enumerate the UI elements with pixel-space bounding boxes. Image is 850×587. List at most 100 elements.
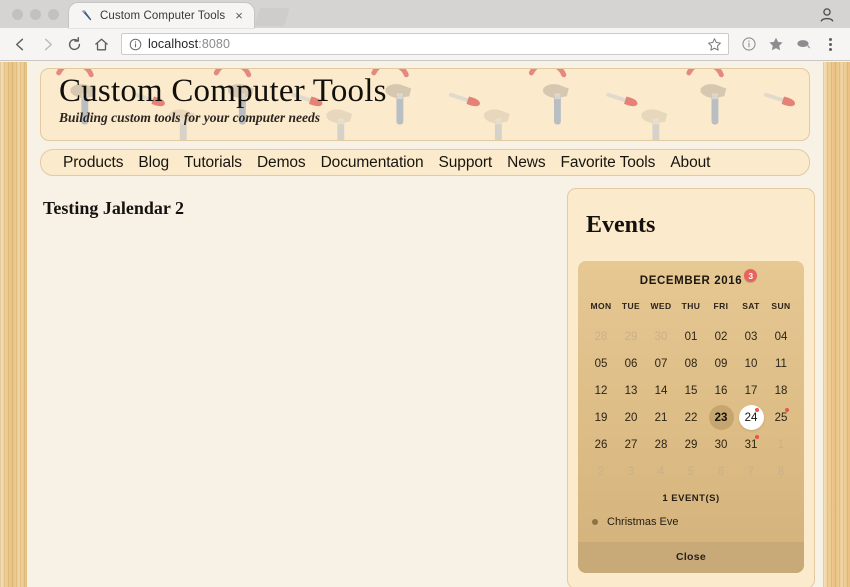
event-name: Christmas Eve (607, 516, 679, 528)
calendar-day-05[interactable]: 05 (586, 350, 616, 377)
calendar-day-30[interactable]: 30 (706, 431, 736, 458)
calendar-day-12[interactable]: 12 (586, 377, 616, 404)
calendar-day-19[interactable]: 19 (586, 404, 616, 431)
forward-button[interactable] (35, 32, 59, 56)
calendar-day-04[interactable]: 04 (766, 323, 796, 350)
calendar-day-number: 12 (594, 384, 608, 397)
url-text: localhost:8080 (148, 37, 230, 51)
maximize-window-button[interactable] (48, 9, 59, 20)
calendar-day-10[interactable]: 10 (736, 350, 766, 377)
calendar-day-number: 16 (714, 384, 728, 397)
calendar-day-number: 06 (624, 357, 638, 370)
kebab-menu-icon[interactable] (818, 32, 842, 56)
calendar-day-number: 7 (747, 465, 755, 478)
nav-item-demos[interactable]: Demos (257, 154, 306, 172)
calendar-day-11[interactable]: 11 (766, 350, 796, 377)
calendar-grid: MON TUE WED THU FRI SAT SUN 28 29 30 01 02 03… (578, 301, 804, 485)
calendar-day-number: 18 (774, 384, 788, 397)
calendar-dow-thu: THU (681, 301, 701, 311)
nav-item-blog[interactable]: Blog (138, 154, 169, 172)
reload-button[interactable] (62, 32, 86, 56)
calendar-day-03[interactable]: 03 (736, 323, 766, 350)
nav-item-documentation[interactable]: Documentation (321, 154, 424, 172)
calendar-day-20[interactable]: 20 (616, 404, 646, 431)
site-header: Custom Computer Tools Building custom to… (40, 68, 810, 141)
url-port: :8080 (198, 37, 231, 51)
close-button[interactable]: Close (578, 542, 804, 573)
extension-icon[interactable] (791, 32, 815, 56)
calendar-day-23[interactable]: 23 (706, 404, 736, 431)
calendar-day-07[interactable]: 07 (646, 350, 676, 377)
page-viewport: Custom Computer Tools Building custom to… (0, 62, 850, 587)
bookmark-star-icon[interactable] (707, 37, 722, 52)
calendar-dow-mon: MON (590, 301, 612, 311)
info-circle-icon[interactable] (737, 32, 761, 56)
calendar-day-29: 29 (616, 323, 646, 350)
calendar-day-26[interactable]: 26 (586, 431, 616, 458)
calendar-day-08[interactable]: 08 (676, 350, 706, 377)
calendar-header[interactable]: DECEMBER 2016 3 (578, 269, 804, 301)
new-tab-button[interactable] (254, 8, 290, 26)
event-dot-icon (755, 408, 759, 412)
site-info-icon[interactable] (129, 38, 142, 51)
window-controls[interactable] (0, 9, 69, 28)
calendar-day-number: 01 (684, 330, 698, 343)
calendar-day-number: 10 (744, 357, 758, 370)
calendar-day-02[interactable]: 02 (706, 323, 736, 350)
calendar-month-label: DECEMBER 2016 (639, 275, 743, 287)
event-count-badge: 3 (744, 269, 758, 282)
calendar-day-number: 21 (654, 411, 668, 424)
profile-icon[interactable] (818, 6, 836, 24)
calendar-day-06[interactable]: 06 (616, 350, 646, 377)
calendar-day-number: 08 (684, 357, 698, 370)
page-title: Testing Jalendar 2 (43, 198, 185, 218)
nav-item-support[interactable]: Support (439, 154, 493, 172)
calendar-day-13[interactable]: 13 (616, 377, 646, 404)
calendar-day-number: 28 (594, 330, 608, 343)
calendar-day-18[interactable]: 18 (766, 377, 796, 404)
back-button[interactable] (8, 32, 32, 56)
home-button[interactable] (89, 32, 113, 56)
calendar-day-number: 3 (627, 465, 635, 478)
calendar-day-number: 31 (744, 438, 758, 451)
calendar-day-24[interactable]: 24 (736, 404, 766, 431)
nav-item-products[interactable]: Products (63, 154, 123, 172)
calendar-day-number: 23 (714, 411, 728, 424)
calendar-day-01[interactable]: 01 (676, 323, 706, 350)
calendar-day-number: 07 (654, 357, 668, 370)
calendar-day-number: 30 (714, 438, 728, 451)
browser-tab[interactable]: Custom Computer Tools × (69, 3, 254, 28)
calendar-day-8: 8 (766, 458, 796, 485)
calendar-day-29[interactable]: 29 (676, 431, 706, 458)
nav-item-news[interactable]: News (507, 154, 545, 172)
minimize-window-button[interactable] (30, 9, 41, 20)
nav-item-tutorials[interactable]: Tutorials (184, 154, 242, 172)
list-item[interactable]: Christmas Eve (592, 514, 804, 530)
calendar-day-09[interactable]: 09 (706, 350, 736, 377)
star-filled-icon[interactable] (764, 32, 788, 56)
calendar-day-number: 4 (657, 465, 665, 478)
calendar-day-28[interactable]: 28 (646, 431, 676, 458)
browser-toolbar: localhost:8080 (0, 28, 850, 61)
calendar-day-number: 29 (624, 330, 638, 343)
calendar-day-14[interactable]: 14 (646, 377, 676, 404)
calendar-day-21[interactable]: 21 (646, 404, 676, 431)
calendar-day-16[interactable]: 16 (706, 377, 736, 404)
close-window-button[interactable] (12, 9, 23, 20)
calendar-day-31[interactable]: 31 (736, 431, 766, 458)
address-bar[interactable]: localhost:8080 (121, 33, 729, 55)
nav-item-favorite-tools[interactable]: Favorite Tools (561, 154, 656, 172)
calendar-day-number: 26 (594, 438, 608, 451)
tab-title: Custom Computer Tools (100, 9, 226, 22)
site-title: Custom Computer Tools (59, 73, 387, 109)
calendar-day-22[interactable]: 22 (676, 404, 706, 431)
page-content: Custom Computer Tools Building custom to… (27, 62, 823, 587)
calendar-day-number: 29 (684, 438, 698, 451)
calendar-day-15[interactable]: 15 (676, 377, 706, 404)
calendar-dow-tue: TUE (621, 301, 641, 311)
calendar-day-17[interactable]: 17 (736, 377, 766, 404)
close-tab-button[interactable]: × (232, 9, 246, 22)
calendar-day-27[interactable]: 27 (616, 431, 646, 458)
calendar-day-25[interactable]: 25 (766, 404, 796, 431)
nav-item-about[interactable]: About (670, 154, 710, 172)
